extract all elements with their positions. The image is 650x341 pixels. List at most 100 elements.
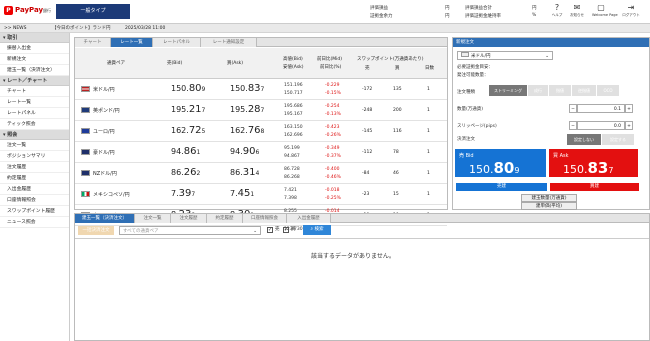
valuation-total-unit: 円 [532,6,537,11]
eu-flag-icon [81,128,90,134]
sidebar-item-exec-history[interactable]: 約定履歴 [0,173,69,184]
table-row[interactable]: 米ドル/円 150.809 150.837 151.196 150.717 -0.229 -… [75,79,447,100]
table-row[interactable]: 豪ドル/円 94.861 94.906 95.199 94.867 -0.349 -0.37… [75,142,447,163]
sidebar-item-swap-history[interactable]: スワップポイント履歴 [0,206,69,217]
sidebar-section-rate-chart[interactable]: ▾ レート／チャート [0,76,69,86]
sidebar-item-order-list[interactable]: 注文一覧 [0,140,69,151]
bid-price-button[interactable]: 売 Bid 150.809 [455,149,546,177]
bid-price[interactable]: 150.809 [171,83,205,94]
settle-off-button[interactable]: 設定しない [567,134,601,145]
pair-name: メキシコペソ/円 [93,192,130,198]
ask-price[interactable]: 7.451 [230,188,254,199]
order-type-stop[interactable]: 逆指値 [572,85,596,96]
swap-buy: 78 [393,150,399,155]
avg-price-button[interactable]: 建単価(平均) [521,202,577,210]
ask-price[interactable]: 150.837 [230,83,264,94]
brand-logo[interactable]: P PayPay銀行 [4,6,51,15]
sidebar-item-new-order[interactable]: 新規注文 [0,54,69,65]
position-qty-button[interactable]: 建玉数量(万通貨) [521,194,577,202]
bulk-settle-button[interactable]: 一括決済注文 [78,226,114,235]
tab-account-info[interactable]: 口座情報照会 [243,214,287,223]
sidebar-item-deposit-history[interactable]: 入出金履歴 [0,184,69,195]
low-price: 7.398 [284,196,297,201]
sell-checkbox[interactable]: ✓ [267,227,273,233]
order-type-limit[interactable]: 指値 [549,85,571,96]
news-headline[interactable]: 【今日のポイント】ランド円 [52,24,111,33]
settle-on-button[interactable]: 設定する [602,134,634,145]
qty-plus-button[interactable]: + [625,104,633,113]
divider [75,238,649,239]
bid-price: 150.809 [469,159,520,177]
slippage-input[interactable]: 0.0 [577,121,625,130]
ask-price[interactable]: 86.314 [230,167,259,178]
slippage-minus-button[interactable]: − [569,121,577,130]
pair-filter-select[interactable]: すべての通貨ペア ⌄ [119,226,261,235]
sidebar-item-position-summary[interactable]: ポジションサマリ [0,151,69,162]
help-button[interactable]: ? ヘルプ [548,2,566,18]
ask-price-button[interactable]: 買 Ask 150.837 [549,149,638,177]
swap-days: 1 [427,171,430,176]
bid-price[interactable]: 86.262 [171,167,200,178]
bid-price[interactable]: 162.725 [171,125,205,136]
welcome-page-button[interactable]: ▢ Welcome Page [592,2,618,17]
search-button[interactable]: ⌕ 検索 [303,225,331,235]
brand-sub: 銀行 [43,8,52,13]
sidebar-item-rate-list[interactable]: レート一覧 [0,97,69,108]
order-type-market[interactable]: 成行 [528,85,548,96]
slippage-plus-button[interactable]: + [625,121,633,130]
tab-rate-list[interactable]: レート一覧 [111,38,153,47]
sidebar-item-transfer[interactable]: 振替入出金 [0,43,69,54]
bid-price[interactable]: 195.217 [171,104,205,115]
tab-order-history[interactable]: 注文履歴 [171,214,207,223]
chevron-down-icon: ⌄ [253,229,257,234]
swap-sell: -172 [362,87,373,92]
sidebar-item-positions[interactable]: 建玉一覧（決済注文） [0,65,69,76]
table-row[interactable]: メキシコペソ/円 7.397 7.451 7.421 7.398 -0.018 -0.25%… [75,184,447,205]
logout-button[interactable]: ⇥ ログアウト [622,2,640,18]
order-type-streaming[interactable]: ストリーミング [489,85,527,96]
sidebar-section-trade[interactable]: ▾ 取引 [0,33,69,43]
bid-price[interactable]: 7.397 [171,188,195,199]
qty-minus-button[interactable]: − [569,104,577,113]
account-type-button[interactable]: 一般タイプ [56,4,130,19]
tab-rate-panel[interactable]: レートパネル [153,38,201,47]
ask-price[interactable]: 195.287 [230,104,264,115]
sidebar-item-chart[interactable]: チャート [0,86,69,97]
tab-chart[interactable]: チャート [75,38,111,47]
mail-icon: ✉ [573,3,581,12]
sidebar-item-news[interactable]: ニュース照会 [0,217,69,228]
tab-exec-history[interactable]: 約定履歴 [207,214,243,223]
buy-open-button[interactable]: 買建 [550,183,639,191]
ask-price[interactable]: 94.906 [230,146,259,157]
sidebar-section-inquiry[interactable]: ▾ 照会 [0,130,69,140]
order-panel-title: 新規注文 [453,38,649,47]
qty-input[interactable]: 0.1 [577,104,625,113]
ask-price[interactable]: 162.768 [230,125,264,136]
tab-rate-alert[interactable]: レート通知設定 [201,38,257,47]
buy-checkbox[interactable]: ✓ [283,227,289,233]
sidebar-item-order-history[interactable]: 注文履歴 [0,162,69,173]
table-row[interactable]: 英ポンド/円 195.217 195.287 195.686 195.167 -0.254… [75,100,447,121]
swap-days: 1 [427,87,430,92]
empty-message: 該当するデータがありません。 [311,253,395,260]
change-percent: -0.15% [325,91,341,96]
sell-open-button[interactable]: 売建 [456,183,547,191]
brand-name: PayPay [15,6,44,14]
change-value: -0.254 [325,104,340,109]
sidebar-item-rate-panel[interactable]: レートパネル [0,108,69,119]
change-percent: -0.26% [325,133,341,138]
table-row[interactable]: ユーロ/円 162.725 162.768 163.150 162.696 -0.423 -… [75,121,447,142]
swap-buy: 200 [393,108,402,113]
tab-positions[interactable]: 建玉一覧（決済注文） [75,214,135,223]
pair-select[interactable]: 米ドル/円 ⌄ [457,51,553,60]
tab-deposit-history[interactable]: 入出金履歴 [287,214,331,223]
bid-price[interactable]: 94.861 [171,146,200,157]
tab-order-list[interactable]: 注文一覧 [135,214,171,223]
pair-name: 豪ドル/円 [93,150,115,156]
order-type-oco[interactable]: OCO [597,85,619,96]
notice-button[interactable]: ✉ お知らせ [568,2,586,18]
sidebar-item-tick[interactable]: ティック照会 [0,119,69,130]
sidebar-item-account-info[interactable]: 口座情報照会 [0,195,69,206]
pair-name: 米ドル/円 [93,87,115,93]
table-row[interactable]: NZドル/円 86.262 86.314 86.728 86.268 -0.400 -0.4… [75,163,447,184]
